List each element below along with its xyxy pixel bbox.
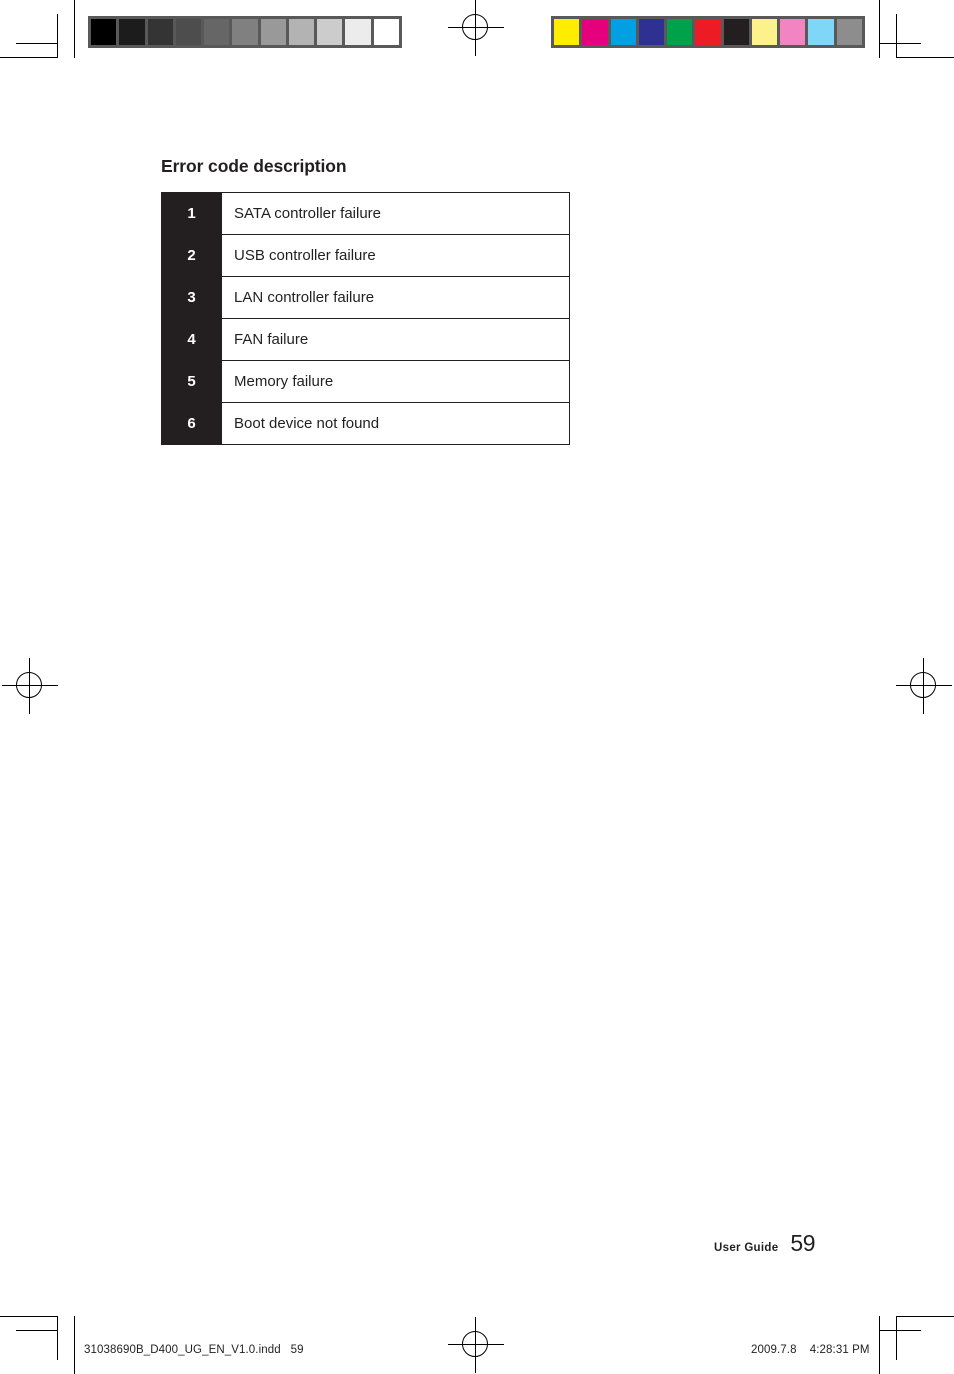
registration-vertical-line bbox=[475, 0, 476, 56]
color-swatch-4 bbox=[667, 19, 693, 45]
color-swatch-8 bbox=[780, 19, 806, 45]
crop-mark-bottom-left-outer-horizontal bbox=[0, 1316, 58, 1317]
color-swatch-10 bbox=[836, 19, 862, 45]
error-code-table-body: 1 SATA controller failure 2 USB controller … bbox=[161, 192, 570, 445]
crop-mark-top-right-outer-horizontal bbox=[896, 57, 954, 58]
crop-mark-top-right-outer-vertical bbox=[879, 0, 880, 58]
grayscale-swatch-8 bbox=[317, 19, 343, 45]
error-description-cell: Boot device not found bbox=[221, 402, 570, 445]
error-code-cell: 1 bbox=[161, 192, 222, 235]
registration-vertical-line bbox=[923, 658, 924, 714]
grayscale-swatch-7 bbox=[288, 19, 315, 45]
crop-mark-top-left-outer-horizontal bbox=[0, 57, 58, 58]
crop-mark-top-left-inner-vertical bbox=[57, 14, 58, 58]
color-swatch-6 bbox=[723, 19, 749, 45]
footer-page-number: 59 bbox=[790, 1230, 815, 1256]
print-source-filename: 31038690B_D400_UG_EN_V1.0.indd 59 bbox=[84, 1344, 304, 1356]
color-swatch-5 bbox=[695, 19, 721, 45]
table-row: 4 FAN failure bbox=[161, 318, 570, 361]
grayscale-swatch-10 bbox=[373, 19, 399, 45]
error-code-cell: 2 bbox=[161, 234, 222, 277]
page-content: Error code description 1 SATA controller … bbox=[161, 156, 781, 445]
registration-horizontal-line bbox=[896, 685, 952, 686]
table-row: 3 LAN controller failure bbox=[161, 276, 570, 319]
grayscale-swatch-4 bbox=[204, 19, 230, 45]
error-description-cell: SATA controller failure bbox=[221, 192, 570, 235]
print-timestamp: 2009.7.8 4:28:31 PM bbox=[751, 1344, 870, 1356]
registration-target-right bbox=[896, 658, 952, 714]
color-swatch-0 bbox=[554, 19, 580, 45]
color-swatch-3 bbox=[638, 19, 665, 45]
page-footer: User Guide 59 bbox=[714, 1230, 815, 1257]
crop-mark-bottom-right-outer-horizontal bbox=[896, 1316, 954, 1317]
color-swatch-9 bbox=[808, 19, 834, 45]
error-code-cell: 3 bbox=[161, 276, 222, 319]
registration-horizontal-line bbox=[448, 27, 504, 28]
color-swatch-7 bbox=[751, 19, 778, 45]
grayscale-swatch-0 bbox=[91, 19, 117, 45]
crop-mark-top-left-outer-vertical bbox=[74, 0, 75, 58]
grayscale-swatch-9 bbox=[345, 19, 371, 45]
print-info-bar: 31038690B_D400_UG_EN_V1.0.indd 59 2009.7… bbox=[0, 1341, 954, 1365]
error-code-cell: 6 bbox=[161, 402, 222, 445]
grayscale-swatch-2 bbox=[147, 19, 173, 45]
crop-mark-top-left-inner-horizontal bbox=[16, 43, 58, 44]
error-description-cell: USB controller failure bbox=[221, 234, 570, 277]
error-code-table: 1 SATA controller failure 2 USB controller … bbox=[161, 192, 570, 445]
grayscale-swatch-1 bbox=[119, 19, 145, 45]
table-row: 2 USB controller failure bbox=[161, 234, 570, 277]
error-description-cell: FAN failure bbox=[221, 318, 570, 361]
registration-target-top bbox=[448, 0, 504, 56]
color-calibration-strip bbox=[551, 16, 865, 48]
table-row: 6 Boot device not found bbox=[161, 402, 570, 445]
crop-mark-bottom-left-inner-horizontal bbox=[16, 1330, 58, 1331]
table-row: 5 Memory failure bbox=[161, 360, 570, 403]
registration-horizontal-line bbox=[2, 685, 58, 686]
page-title: Error code description bbox=[161, 156, 347, 176]
grayscale-calibration-strip bbox=[88, 16, 402, 48]
error-description-cell: LAN controller failure bbox=[221, 276, 570, 319]
registration-vertical-line bbox=[29, 658, 30, 714]
error-code-cell: 5 bbox=[161, 360, 222, 403]
crop-mark-bottom-right-inner-horizontal bbox=[879, 1330, 921, 1331]
color-swatch-1 bbox=[582, 19, 608, 45]
grayscale-swatch-6 bbox=[260, 19, 286, 45]
registration-target-left bbox=[2, 658, 58, 714]
crop-mark-top-right-inner-vertical bbox=[896, 14, 897, 58]
grayscale-swatch-5 bbox=[232, 19, 258, 45]
color-swatch-2 bbox=[610, 19, 636, 45]
crop-mark-top-right-inner-horizontal bbox=[879, 43, 921, 44]
grayscale-swatch-3 bbox=[175, 19, 202, 45]
table-row: 1 SATA controller failure bbox=[161, 192, 570, 235]
error-code-cell: 4 bbox=[161, 318, 222, 361]
footer-document-label: User Guide bbox=[714, 1242, 779, 1254]
error-description-cell: Memory failure bbox=[221, 360, 570, 403]
